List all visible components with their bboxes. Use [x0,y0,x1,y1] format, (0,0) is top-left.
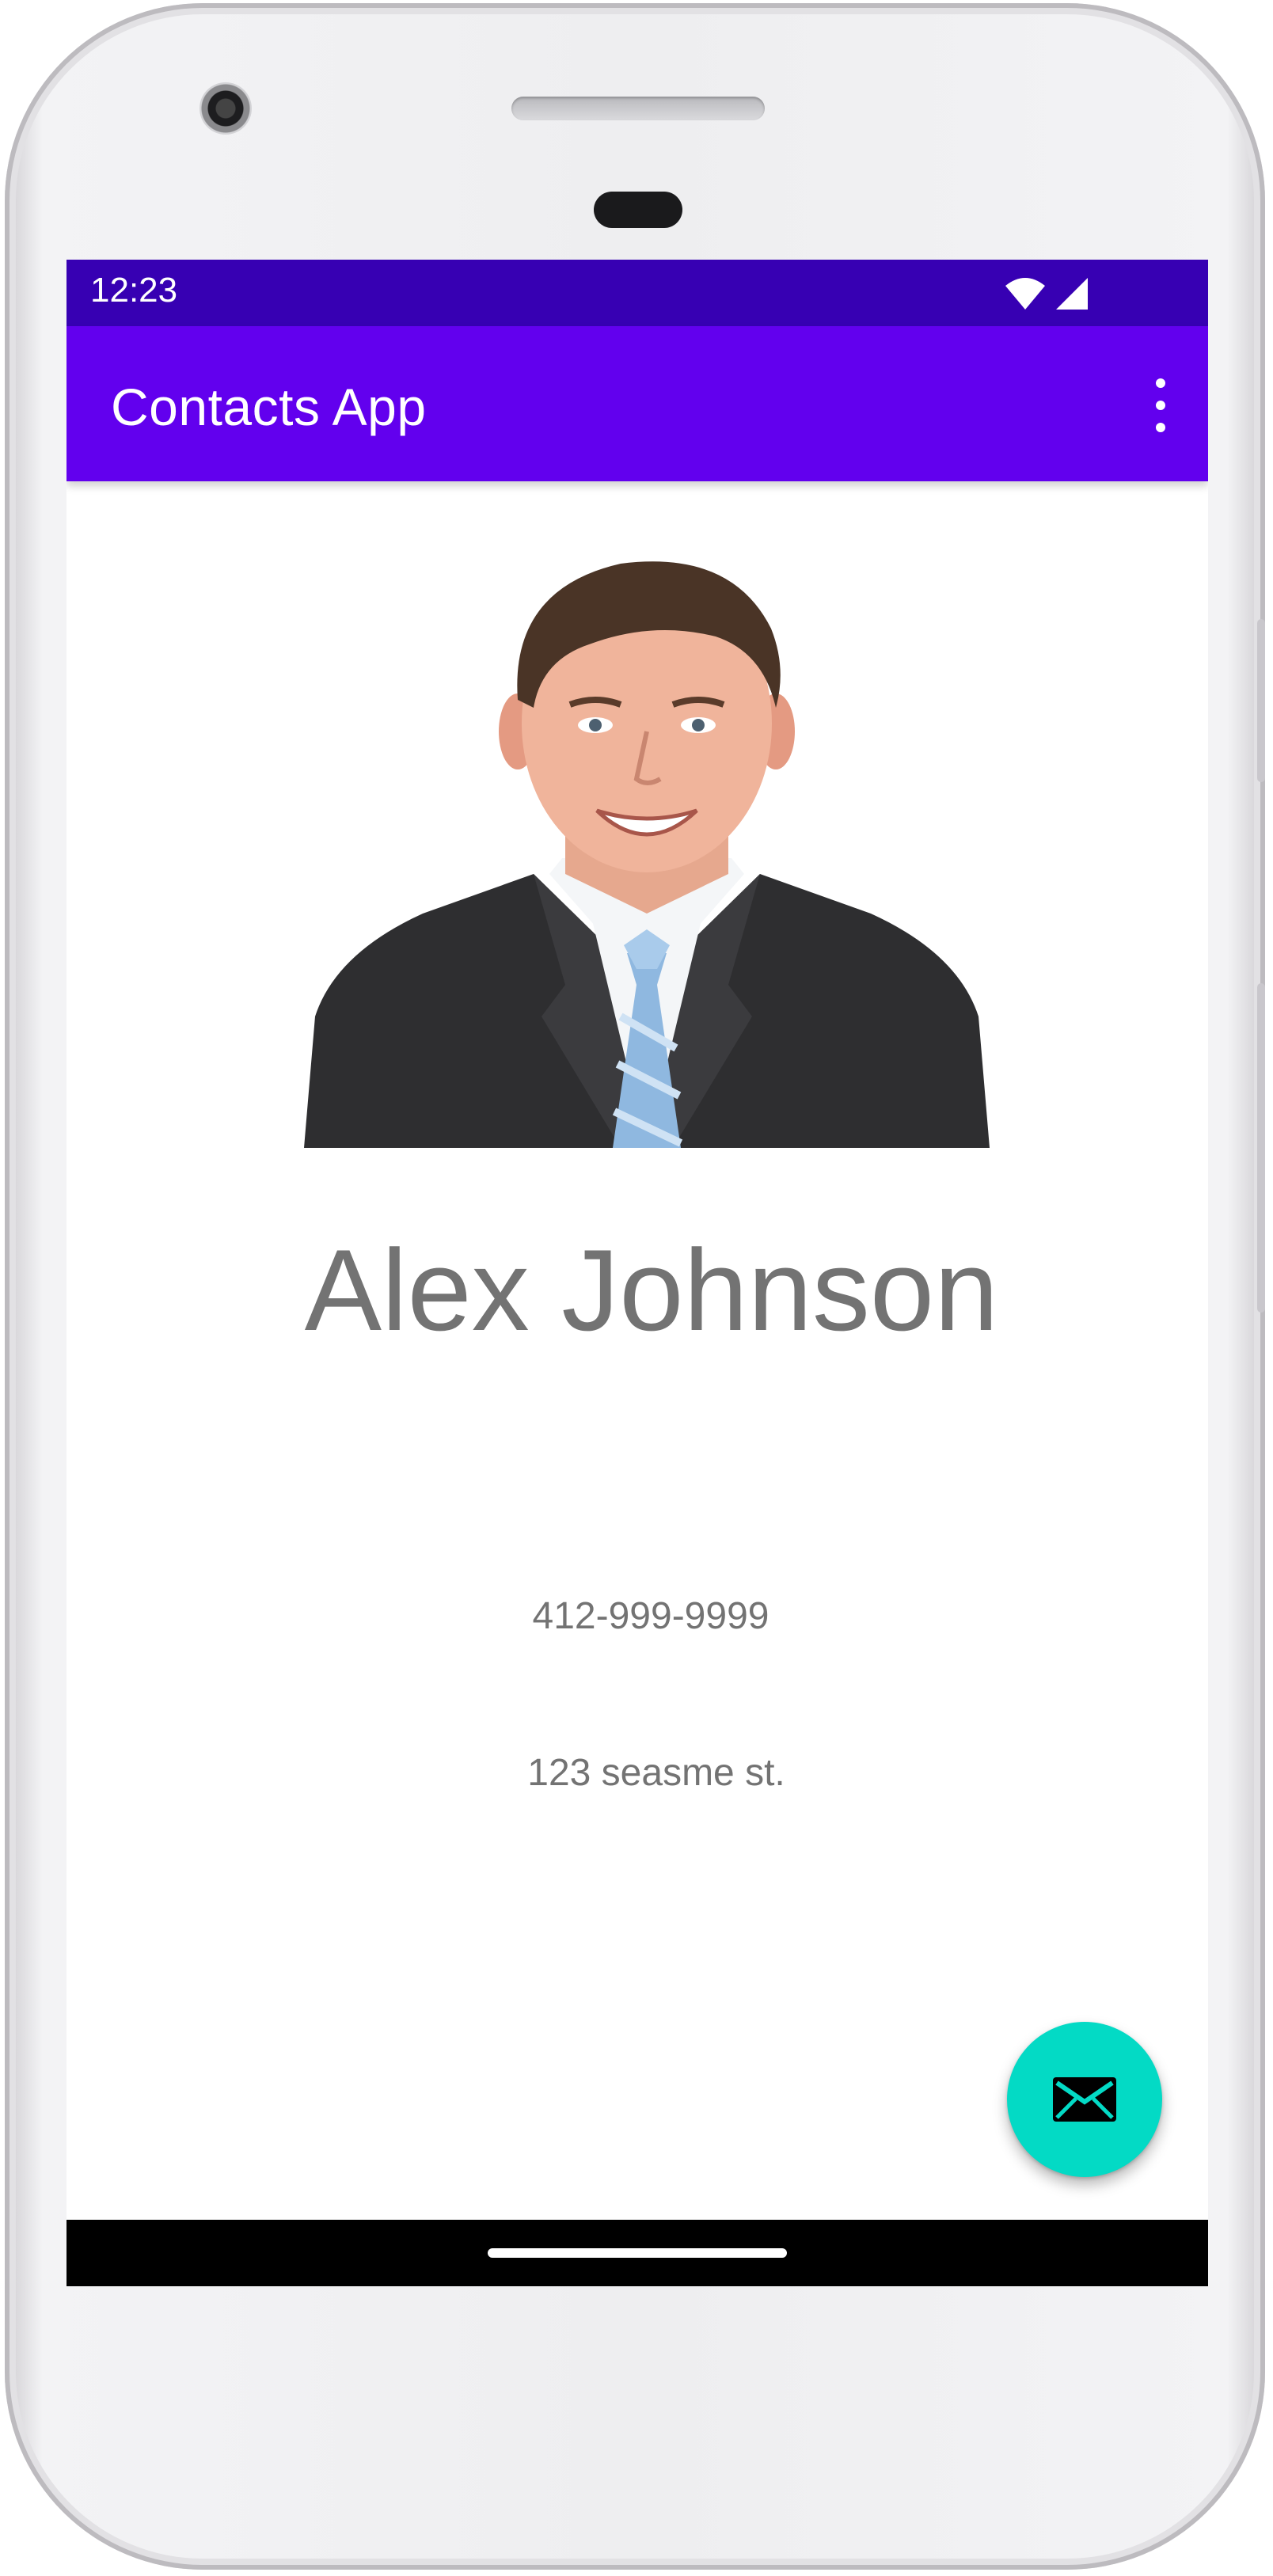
wifi-icon [1005,278,1045,310]
email-icon [1053,2077,1116,2122]
volume-button [1257,983,1265,1313]
status-bar: 12:23 [66,260,1208,326]
status-icons [1004,275,1089,312]
more-vert-icon[interactable] [1145,374,1176,437]
contact-photo [304,541,990,1148]
proximity-sensor [594,192,682,228]
phone-frame: 12:23 Contacts App Alex Johnson 412-999-… [5,3,1265,2570]
app-bar: Contacts App [66,326,1208,481]
navigation-bar [66,2220,1208,2286]
status-time: 12:23 [90,271,178,310]
cellular-signal-icon [1056,278,1088,310]
power-button [1257,619,1265,782]
contact-name: Alex Johnson [304,1225,999,1354]
contact-phone[interactable]: 412-999-9999 [66,1594,1208,1638]
earpiece-speaker [511,97,765,120]
app-title: Contacts App [111,378,427,436]
email-fab-button[interactable] [1007,2022,1162,2177]
front-camera [200,82,252,135]
contact-address[interactable]: 123 seasme st. [66,1751,1208,1795]
screen: 12:23 Contacts App Alex Johnson 412-999-… [66,260,1208,2286]
home-gesture-pill[interactable] [488,2248,787,2258]
